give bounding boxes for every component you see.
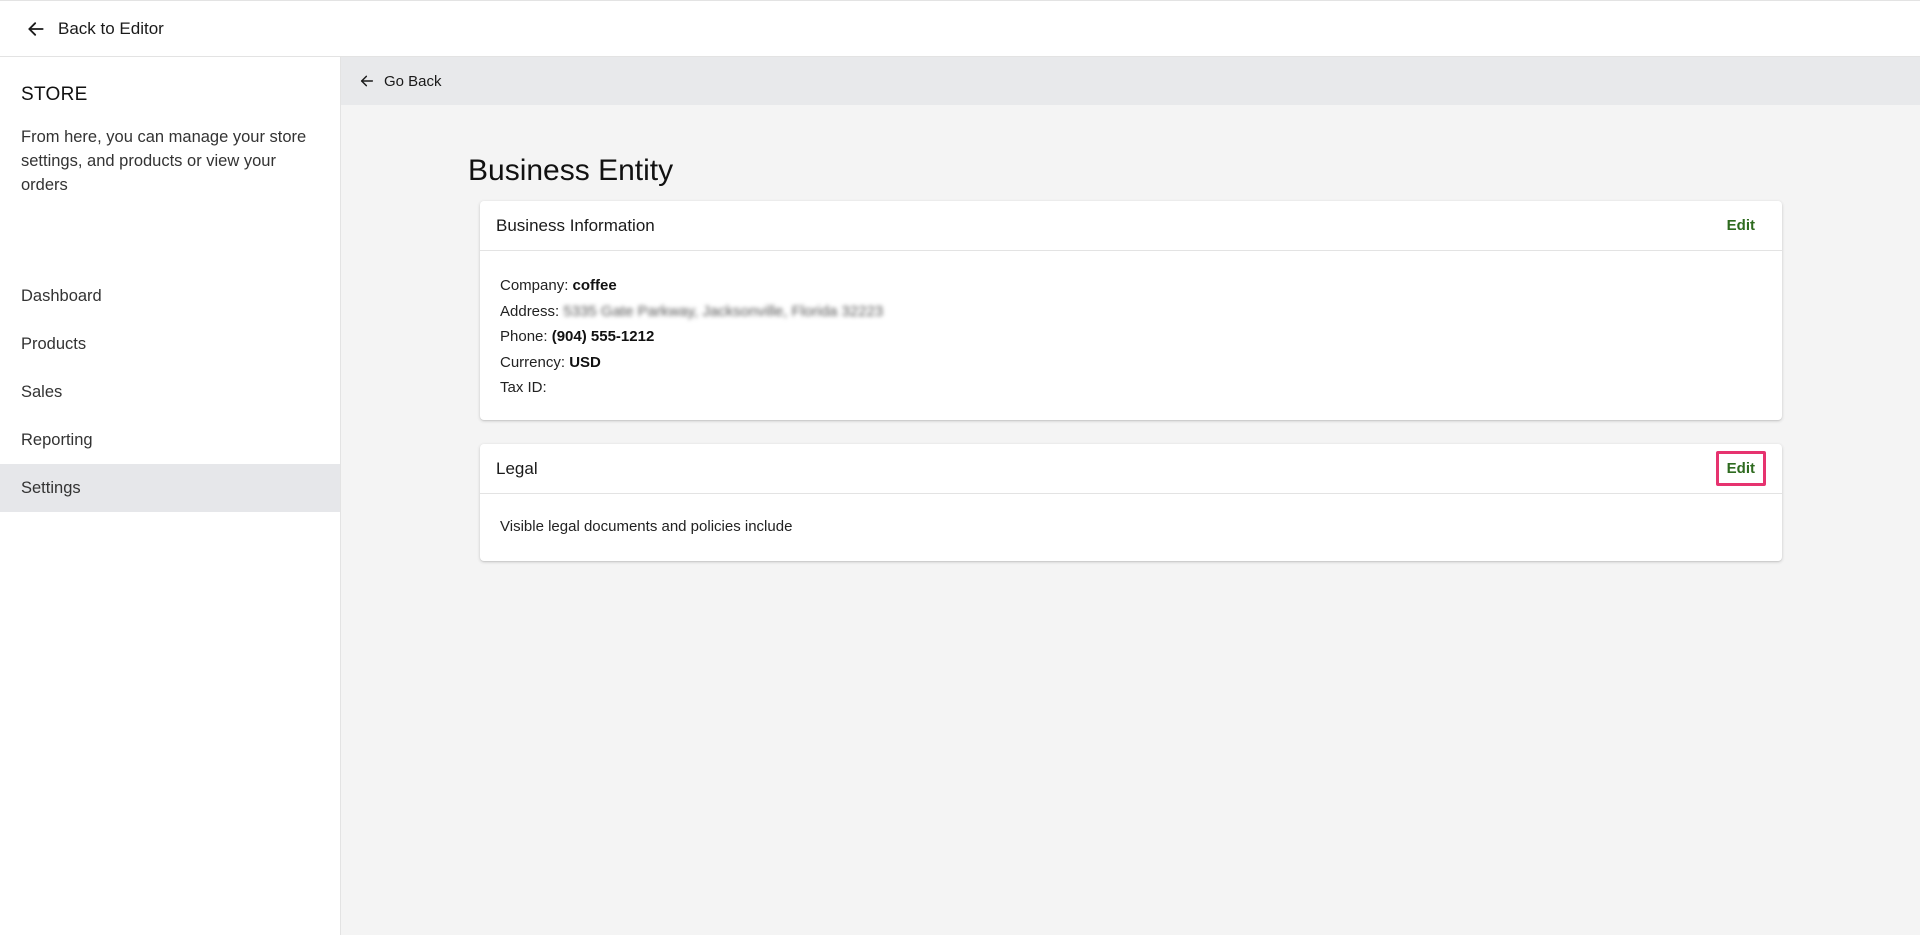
currency-label: Currency: <box>500 353 566 371</box>
company-line: Company: coffee <box>500 273 1762 299</box>
company-value: coffee <box>572 277 617 294</box>
phone-value: (904) 555-1212 <box>551 328 655 345</box>
business-information-title: Business Information <box>496 215 655 235</box>
phone-line: Phone: (904) 555-1212 <box>500 324 1762 350</box>
top-bar: Back to Editor <box>0 0 1920 57</box>
sidebar-item-dashboard[interactable]: Dashboard <box>0 272 340 320</box>
address-value: 5335 Gate Parkway, Jacksonville, Florida… <box>563 302 884 320</box>
address-line: Address: 5335 Gate Parkway, Jacksonville… <box>500 299 1762 325</box>
sidebar-item-sales[interactable]: Sales <box>0 368 340 416</box>
tax-id-label: Tax ID: <box>500 379 547 396</box>
arrow-left-icon <box>28 21 44 36</box>
tax-id-line: Tax ID: <box>500 375 1762 401</box>
phone-label: Phone: <box>500 328 548 345</box>
address-label: Address: <box>500 302 560 320</box>
page-title: Business Entity <box>468 154 674 187</box>
sidebar-item-products[interactable]: Products <box>0 320 340 368</box>
legal-title: Legal <box>496 458 538 478</box>
business-information-card: Business Information Edit Company: coffe… <box>480 201 1782 420</box>
go-back-button[interactable]: Go Back <box>359 73 442 90</box>
legal-body: Visible legal documents and policies inc… <box>500 518 793 535</box>
currency-value: USD <box>569 353 601 371</box>
back-to-editor-button[interactable]: Back to Editor <box>26 19 164 39</box>
company-label: Company: <box>500 277 569 294</box>
back-to-editor-label: Back to Editor <box>58 18 164 38</box>
business-information-header: Business Information Edit <box>480 201 1782 251</box>
arrow-left-icon <box>360 75 374 87</box>
business-information-body: Company: coffee Address: 5335 Gate Parkw… <box>480 251 1782 423</box>
sidebar-item-settings[interactable]: Settings <box>0 464 340 512</box>
sidebar: STORE From here, you can manage your sto… <box>0 57 341 935</box>
currency-line: Currency: USD <box>500 350 1762 376</box>
sidebar-nav: Dashboard Products Sales Reporting Setti… <box>0 272 340 512</box>
legal-edit-button[interactable]: Edit <box>1715 451 1766 486</box>
main-content: Go Back Business Entity Business Informa… <box>341 57 1920 935</box>
sidebar-title: STORE <box>21 84 88 105</box>
sidebar-item-reporting[interactable]: Reporting <box>0 416 340 464</box>
sub-header-bar: Go Back <box>341 57 1920 105</box>
go-back-label: Go Back <box>384 72 442 90</box>
sidebar-description: From here, you can manage your store set… <box>21 128 307 194</box>
legal-card: Legal Edit Visible legal documents and p… <box>480 444 1782 561</box>
business-information-edit-button[interactable]: Edit <box>1716 208 1766 243</box>
legal-header: Legal Edit <box>480 444 1782 494</box>
